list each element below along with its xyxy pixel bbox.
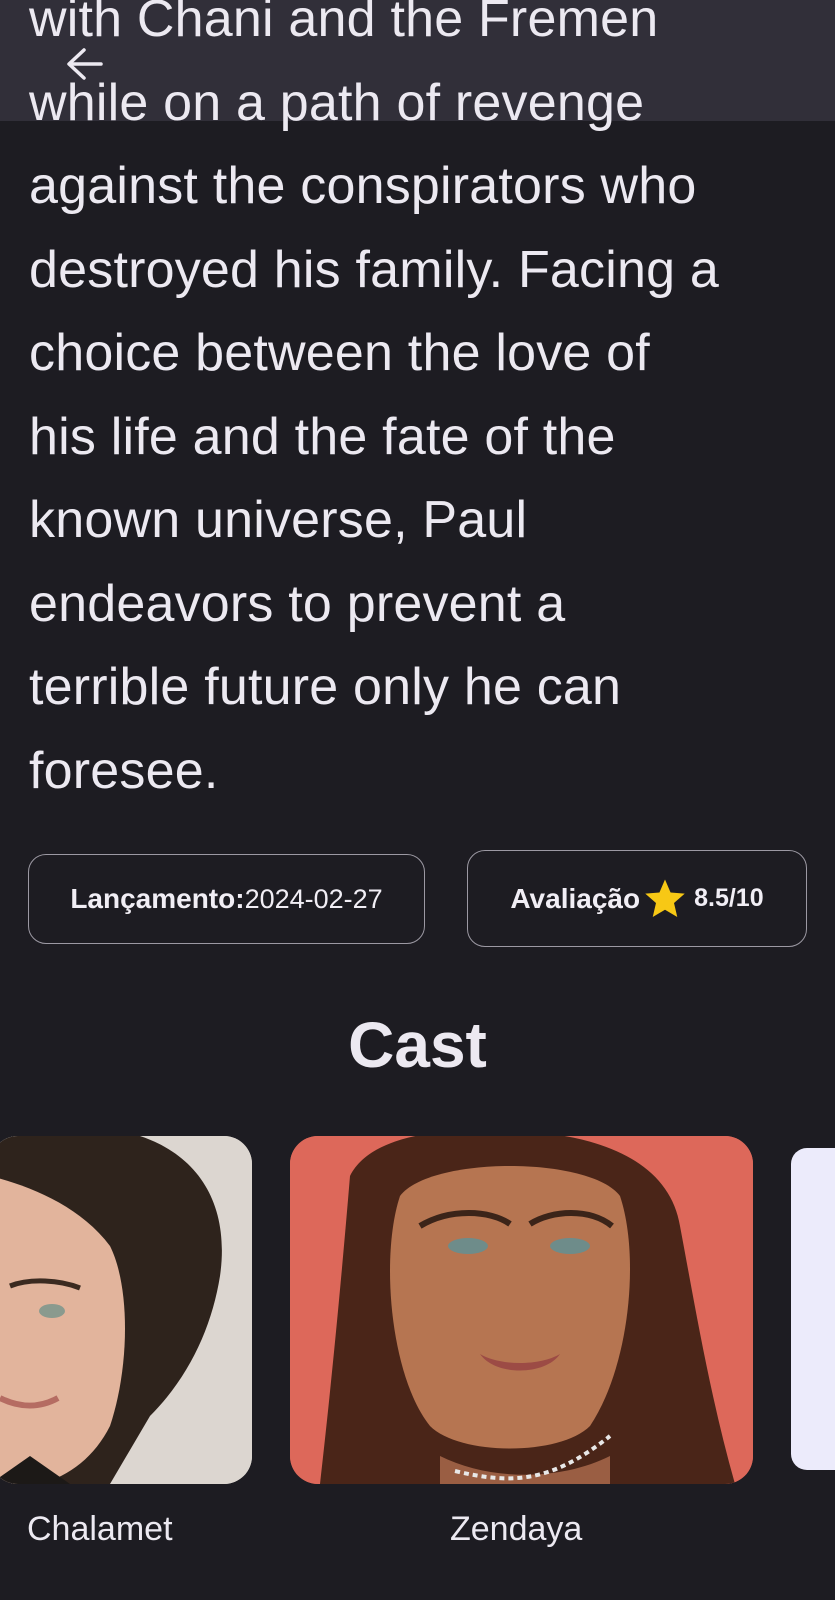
cast-name: Zendaya — [450, 1510, 583, 1548]
back-button[interactable] — [58, 42, 110, 86]
rating-label: Avaliação — [510, 882, 641, 914]
cast-title: Cast — [348, 1009, 487, 1081]
cast-name: Chalamet — [27, 1510, 173, 1548]
rating-value: 8.5/10 — [694, 884, 764, 912]
movie-overview: with Chani and the Fremen while on a pat… — [29, 0, 719, 800]
release-value: 2024-02-27 — [244, 883, 383, 914]
arrow-left-icon — [64, 47, 104, 81]
portrait-illustration — [0, 1136, 252, 1484]
cast-photo-chalamet[interactable] — [0, 1136, 252, 1484]
cast-photo-zendaya[interactable] — [290, 1136, 753, 1484]
star-icon — [642, 876, 688, 922]
cast-photo-next[interactable] — [791, 1148, 835, 1470]
rating-chip: Avaliação 8.5/10 — [467, 850, 807, 947]
portrait-illustration — [290, 1136, 753, 1484]
release-label: Lançamento: — [70, 883, 245, 914]
release-date-chip: Lançamento: 2024-02-27 — [28, 854, 425, 944]
